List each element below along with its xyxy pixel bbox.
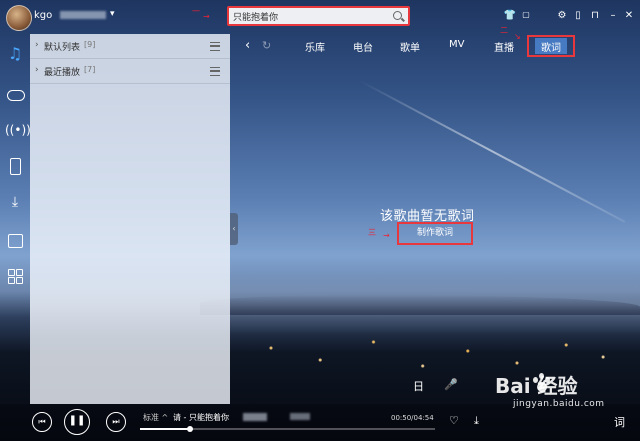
quality-selector[interactable]: 标准 ^	[143, 412, 168, 423]
playlist-panel: › 默认列表 [9] › 最近播放 [7]	[30, 34, 230, 404]
phone-icon[interactable]	[5, 156, 25, 176]
pause-button[interactable]: ❚❚	[64, 409, 90, 435]
skin-icon[interactable]: 👕	[503, 10, 517, 21]
annotation-arrow-icon: ↘	[514, 32, 521, 41]
playlist-count: [7]	[84, 65, 96, 74]
cloud-icon[interactable]	[5, 84, 25, 104]
make-lyrics-button[interactable]: 制作歌词	[397, 222, 473, 245]
annotation-two: 二	[500, 26, 508, 35]
microphone-icon[interactable]: 🎤	[444, 378, 458, 391]
chevron-right-icon[interactable]: ›	[35, 40, 39, 50]
playlist-name: 最近播放	[44, 68, 81, 78]
watermark-site: jingyan.baidu.com	[513, 399, 605, 409]
gear-icon[interactable]: ⚙	[555, 10, 569, 21]
lyrics-toggle[interactable]: 词	[614, 414, 625, 430]
playlist-count: [9]	[84, 40, 96, 49]
download-icon[interactable]: ⤓	[5, 192, 25, 212]
annotation-arrow-icon: →	[203, 12, 210, 21]
now-playing-redacted	[290, 413, 310, 420]
chevron-down-icon[interactable]: ▾	[110, 9, 115, 19]
download-icon[interactable]: ⤓	[474, 414, 479, 428]
radio-icon[interactable]: ((•))	[5, 120, 31, 140]
close-icon[interactable]: ✕	[622, 10, 636, 21]
search-icon[interactable]	[393, 11, 402, 20]
progress-bar[interactable]	[140, 426, 435, 432]
tab-radio[interactable]: 电台	[353, 39, 373, 54]
menu-icon[interactable]	[210, 67, 220, 76]
search-input[interactable]	[233, 9, 388, 23]
annotation-arrow-icon: →	[383, 231, 390, 240]
refresh-icon[interactable]: ↻	[262, 39, 271, 52]
playback-time: 00:50/04:54	[391, 414, 434, 422]
annotation-three: 三	[368, 228, 376, 237]
message-icon[interactable]: ▢	[519, 10, 533, 19]
play-bar	[0, 404, 640, 441]
chevron-right-icon[interactable]: ›	[35, 65, 39, 75]
annotation-one: 一	[192, 7, 200, 16]
progress-fill	[140, 428, 191, 430]
next-track-button[interactable]: ⏭	[106, 412, 126, 432]
window-mode-icon[interactable]: ⊓	[588, 10, 602, 21]
list-item[interactable]: › 最近播放 [7]	[30, 59, 230, 84]
avatar[interactable]	[6, 5, 32, 31]
now-playing-title: 请 - 只能抱着你	[173, 413, 229, 422]
minimize-icon[interactable]: –	[606, 10, 620, 21]
menu-icon[interactable]	[210, 42, 220, 51]
username-redacted	[60, 11, 106, 19]
username[interactable]: kgo	[34, 10, 52, 21]
background-contrail	[359, 80, 626, 223]
tab-lyrics[interactable]: 歌词	[541, 39, 561, 54]
baidu-paw-icon	[531, 373, 553, 393]
search-box[interactable]	[227, 6, 410, 26]
tab-live[interactable]: 直播	[494, 39, 514, 54]
sidebar-rail: ♫ ((•)) ⤓	[0, 34, 31, 404]
collapse-panel-handle[interactable]: ‹	[230, 213, 238, 245]
playlist-name: 默认列表	[44, 43, 81, 53]
background-city-lights	[230, 330, 640, 390]
tab-mv[interactable]: MV	[449, 39, 464, 50]
back-icon[interactable]: ‹	[245, 38, 250, 53]
title-bar: kgo ▾ 一 → 👕 ▢ ⚙ ▯ ⊓ – ✕	[0, 0, 640, 34]
mini-mode-icon[interactable]: ▯	[571, 10, 585, 21]
music-note-icon[interactable]: ♫	[5, 44, 25, 64]
previous-track-button[interactable]: ⏮	[32, 412, 52, 432]
now-playing-redacted	[243, 413, 267, 421]
tab-playlists[interactable]: 歌单	[400, 39, 420, 54]
desktop-lyrics-icon[interactable]: 日	[413, 378, 424, 394]
apps-icon[interactable]	[5, 266, 25, 286]
tv-icon[interactable]	[5, 230, 25, 250]
tab-library[interactable]: 乐库	[305, 39, 325, 54]
heart-icon[interactable]: ♡	[449, 414, 459, 427]
player-window: kgo ▾ 一 → 👕 ▢ ⚙ ▯ ⊓ – ✕ ♫ ((•)) ⤓ › 默认列表…	[0, 0, 640, 441]
list-item[interactable]: › 默认列表 [9]	[30, 34, 230, 59]
